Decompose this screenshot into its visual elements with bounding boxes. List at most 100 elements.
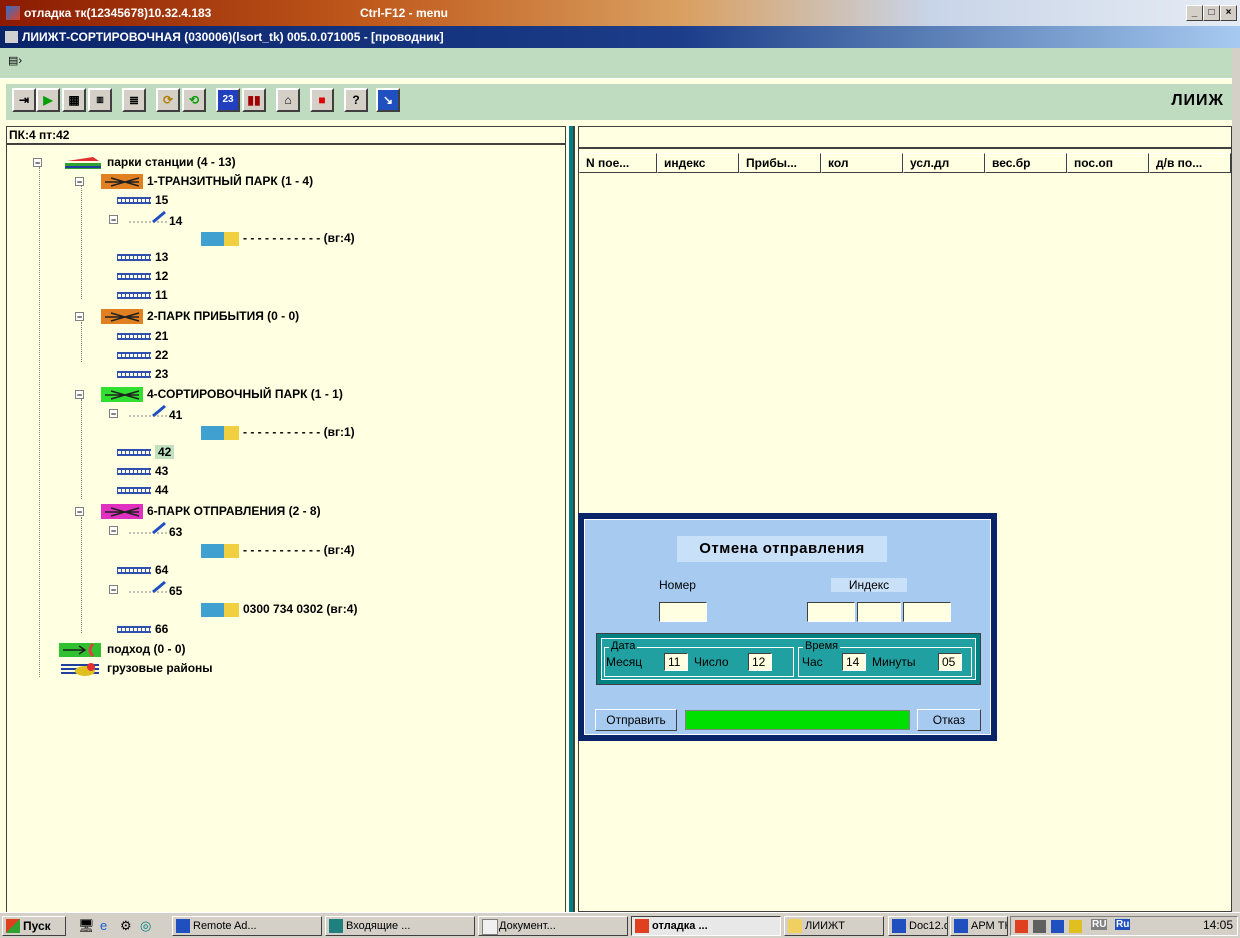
tray-volume-icon[interactable] bbox=[1033, 920, 1046, 933]
tree-node-track-63[interactable]: − 63 bbox=[109, 521, 182, 540]
report-icon[interactable]: ▮▮ bbox=[242, 88, 266, 112]
column-header[interactable]: вес.бр bbox=[985, 153, 1067, 173]
tree-node-track-43[interactable]: 43 bbox=[117, 462, 168, 481]
tree-node-track-64[interactable]: 64 bbox=[117, 561, 168, 580]
index-input-2[interactable] bbox=[857, 602, 901, 622]
progress-bar bbox=[685, 710, 910, 730]
column-header[interactable]: усл.дл bbox=[903, 153, 985, 173]
dialog-body: Отмена отправления Номер Индекс Дата Вре… bbox=[584, 519, 991, 735]
collapse-icon[interactable]: − bbox=[109, 409, 118, 419]
quick-launch-media-icon[interactable]: ⚙ bbox=[120, 918, 132, 934]
taskbar-item[interactable]: Doc12.doc ... bbox=[888, 916, 948, 936]
collapse-icon[interactable]: − bbox=[75, 507, 84, 517]
close-button[interactable]: × bbox=[1220, 5, 1237, 21]
taskbar-item[interactable]: ЛИИЖТ bbox=[784, 916, 884, 936]
sync-icon[interactable]: ⟲ bbox=[182, 88, 206, 112]
quick-launch-outlook-icon[interactable]: ◎ bbox=[140, 918, 151, 934]
cancel-button[interactable]: Отказ bbox=[917, 709, 981, 731]
tree-node-track-12[interactable]: 12 bbox=[117, 267, 168, 286]
day-input[interactable] bbox=[748, 653, 772, 671]
taskbar-item[interactable]: Remote Ad... bbox=[172, 916, 322, 936]
windows-logo-icon bbox=[6, 919, 20, 933]
panel-splitter[interactable] bbox=[567, 126, 575, 912]
child-window-title-bar[interactable]: ЛИИЖТ-СОРТИРОВОЧНАЯ (030006)(lsort_tk) 0… bbox=[0, 26, 1240, 48]
month-input[interactable] bbox=[664, 653, 688, 671]
tree-node-track-23[interactable]: 23 bbox=[117, 365, 168, 384]
index-input-1[interactable] bbox=[807, 602, 855, 622]
keyboard-layout-indicator[interactable]: Ru bbox=[1115, 919, 1131, 930]
window-title-bar[interactable]: отладка тк(12345678)10.32.4.183 Ctrl-F12… bbox=[0, 0, 1240, 26]
stop-icon[interactable]: ■ bbox=[310, 88, 334, 112]
column-header[interactable]: д/в по... bbox=[1149, 153, 1231, 173]
tray-network-icon[interactable] bbox=[1051, 920, 1064, 933]
system-menu-icon[interactable]: ▤› bbox=[8, 54, 22, 67]
refresh-icon[interactable]: ⟳ bbox=[156, 88, 180, 112]
tree-label: 21 bbox=[155, 329, 169, 343]
taskbar-item[interactable]: Входящие ... bbox=[325, 916, 475, 936]
maximize-button[interactable]: □ bbox=[1203, 5, 1220, 21]
collapse-icon[interactable]: − bbox=[109, 585, 118, 595]
minute-input[interactable] bbox=[938, 653, 962, 671]
column-header[interactable]: индекс bbox=[657, 153, 739, 173]
app-icon bbox=[329, 919, 343, 933]
tree-node-track-13[interactable]: 13 bbox=[117, 248, 168, 267]
tree-node-track-15[interactable]: 15 bbox=[117, 191, 168, 210]
tree-label: - - - - - - - - - - - (вг:1) bbox=[243, 425, 355, 439]
tree-label: 0300 734 0302 (вг:4) bbox=[243, 602, 358, 616]
tree-node-track-11[interactable]: 11 bbox=[117, 286, 168, 305]
collapse-icon[interactable]: − bbox=[33, 158, 42, 168]
quick-launch-desktop-icon[interactable]: 🖥 bbox=[78, 918, 95, 934]
exit-icon[interactable]: ⇥ bbox=[12, 88, 36, 112]
language-indicator[interactable]: RU bbox=[1091, 919, 1108, 930]
collapse-icon[interactable]: − bbox=[75, 312, 84, 322]
tree-node-train-65[interactable]: 0300 734 0302 (вг:4) bbox=[201, 600, 357, 619]
column-header[interactable]: Прибы... bbox=[739, 153, 821, 173]
vertical-scrollbar[interactable] bbox=[1232, 48, 1240, 912]
hour-input[interactable] bbox=[842, 653, 866, 671]
app-icon bbox=[635, 919, 649, 933]
tree-node-train-41[interactable]: - - - - - - - - - - - (вг:1) bbox=[201, 423, 355, 442]
collapse-icon[interactable]: − bbox=[109, 215, 118, 225]
tree-node-track-14[interactable]: − 14 bbox=[109, 210, 182, 229]
train-icon bbox=[201, 543, 239, 558]
column-header[interactable]: пос.оп bbox=[1067, 153, 1149, 173]
start-button[interactable]: Пуск bbox=[2, 916, 66, 936]
send-button[interactable]: Отправить bbox=[595, 709, 677, 731]
minimize-button[interactable]: _ bbox=[1186, 5, 1203, 21]
collapse-icon[interactable]: − bbox=[109, 526, 118, 536]
collapse-icon[interactable]: − bbox=[75, 177, 84, 187]
tree-node-train-14[interactable]: - - - - - - - - - - - (вг:4) bbox=[201, 229, 355, 248]
column-header[interactable]: N пое... bbox=[579, 153, 657, 173]
table-icon[interactable]: ▦ bbox=[62, 88, 86, 112]
index-input-3[interactable] bbox=[903, 602, 951, 622]
tree-node-track-22[interactable]: 22 bbox=[117, 346, 168, 365]
calendar-icon[interactable]: 23 bbox=[216, 88, 240, 112]
tree-node-track-44[interactable]: 44 bbox=[117, 481, 168, 500]
tree-node-track-66[interactable]: 66 bbox=[117, 620, 168, 639]
tree-node-track-41[interactable]: − 41 bbox=[109, 404, 183, 423]
tree-node-train-63[interactable]: - - - - - - - - - - - (вг:4) bbox=[201, 541, 355, 560]
quick-launch-ie-icon[interactable]: e bbox=[100, 918, 107, 933]
clock[interactable]: 14:05 bbox=[1203, 918, 1233, 932]
taskbar-item[interactable]: АРМ ТК_Т... bbox=[950, 916, 1008, 936]
taskbar-item[interactable]: Документ... bbox=[478, 916, 628, 936]
hour-label: Час bbox=[802, 655, 823, 669]
tree-node-track-21[interactable]: 21 bbox=[117, 327, 168, 346]
home-icon[interactable]: ⌂ bbox=[276, 88, 300, 112]
number-input[interactable] bbox=[659, 602, 707, 622]
play-icon[interactable]: ▶ bbox=[36, 88, 60, 112]
column-header[interactable]: кол bbox=[821, 153, 903, 173]
tree-label: 41 bbox=[169, 408, 183, 422]
tree-node-track-65[interactable]: − 65 bbox=[109, 580, 183, 599]
help-icon[interactable]: ? bbox=[344, 88, 368, 112]
database-icon[interactable]: ▥ bbox=[88, 88, 112, 112]
taskbar-item-active[interactable]: отладка ... bbox=[631, 916, 781, 936]
tray-shield-icon[interactable] bbox=[1069, 920, 1082, 933]
window-icon[interactable]: ↘ bbox=[376, 88, 400, 112]
tray-app-icon[interactable] bbox=[1015, 920, 1028, 933]
track-icon bbox=[117, 352, 151, 360]
tree-node-track-42[interactable]: 42 bbox=[117, 443, 175, 462]
collapse-icon[interactable]: − bbox=[75, 390, 84, 400]
tree-label: 65 bbox=[169, 584, 183, 598]
list-icon[interactable]: ≣ bbox=[122, 88, 146, 112]
